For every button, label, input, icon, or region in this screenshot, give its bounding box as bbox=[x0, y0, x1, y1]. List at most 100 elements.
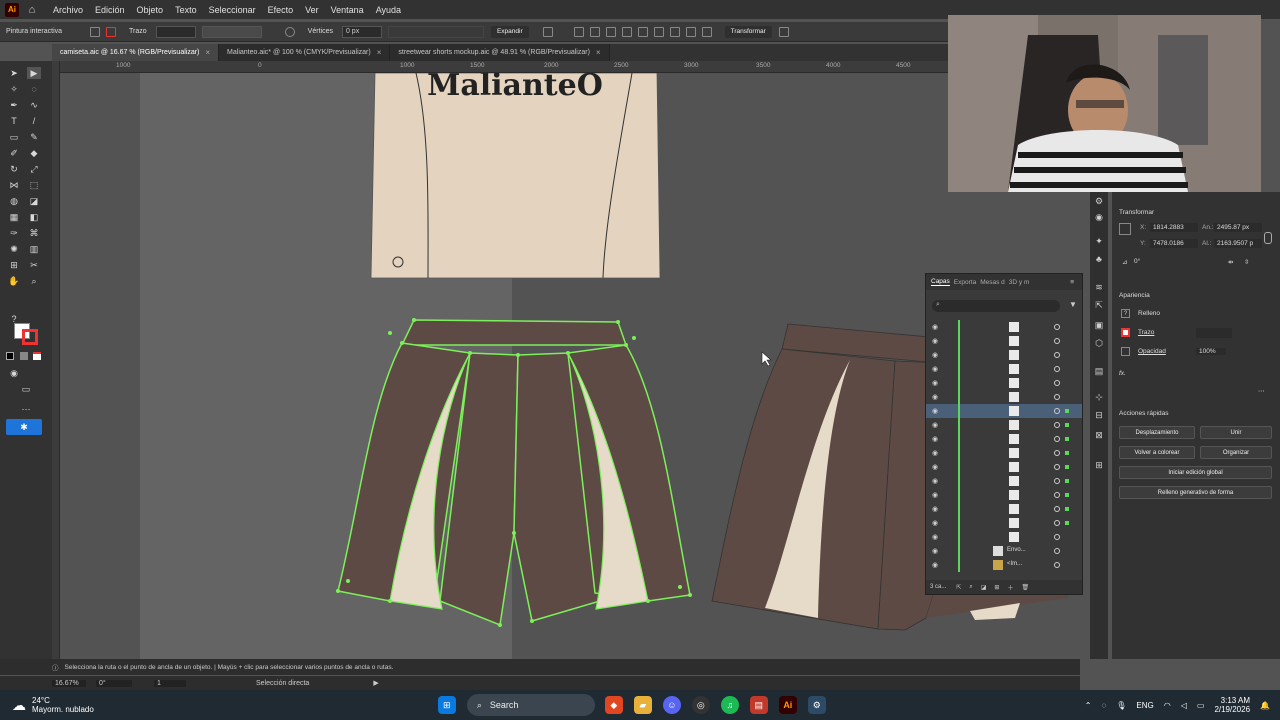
eye-icon[interactable]: ◉ bbox=[932, 407, 938, 415]
rotation-field[interactable]: 0° bbox=[96, 679, 132, 687]
opacity-field[interactable]: 100% bbox=[1196, 348, 1226, 355]
recolor-icon[interactable] bbox=[284, 26, 295, 37]
eye-icon[interactable]: ◉ bbox=[932, 337, 938, 345]
layer-row[interactable]: ◉ bbox=[926, 362, 1082, 376]
layer-row[interactable]: ◉ bbox=[926, 432, 1082, 446]
shape-builder-icon[interactable]: ◍ bbox=[7, 195, 21, 207]
align-panel-icon[interactable]: ⊟ bbox=[1093, 410, 1105, 420]
taskbar-search[interactable]: ⌕ Search bbox=[466, 694, 595, 716]
links-icon[interactable]: ⇱ bbox=[1093, 300, 1105, 310]
network-icon[interactable]: ◌ bbox=[1101, 701, 1106, 710]
selection-indicator[interactable] bbox=[1065, 437, 1069, 441]
illustrator-icon[interactable]: Ai bbox=[778, 696, 797, 714]
spotify-icon[interactable]: ♫ bbox=[720, 696, 739, 714]
y-field[interactable]: 7478.0186 bbox=[1150, 239, 1198, 248]
variable-width-field[interactable] bbox=[201, 25, 262, 38]
comments-icon[interactable]: ▤ bbox=[1093, 366, 1105, 376]
more-tools-icon[interactable]: ⋯ bbox=[19, 403, 33, 415]
pen-tool-icon[interactable]: ✒ bbox=[7, 99, 21, 111]
brave-icon[interactable]: ◆ bbox=[604, 696, 623, 714]
target-icon[interactable] bbox=[1054, 338, 1060, 344]
rectangle-tool-icon[interactable]: ▭ bbox=[7, 131, 21, 143]
line-tool-icon[interactable]: / bbox=[27, 115, 41, 127]
distribute-h-icon[interactable] bbox=[685, 26, 696, 37]
align-left-icon[interactable] bbox=[573, 26, 584, 37]
perspective-grid-icon[interactable]: ▦ bbox=[7, 211, 21, 223]
tab-exporta[interactable]: Exporta bbox=[954, 279, 976, 286]
menu-efecto[interactable]: Efecto bbox=[268, 5, 294, 15]
stroke-label[interactable]: Trazo bbox=[1138, 329, 1154, 336]
zoom-tool-icon[interactable]: ⌕ bbox=[27, 275, 41, 287]
constrain-link-icon[interactable] bbox=[1264, 232, 1272, 244]
draw-mode-icon[interactable]: ◉ bbox=[7, 367, 21, 379]
target-icon[interactable] bbox=[1054, 548, 1060, 554]
transform-icon[interactable]: ⊹ bbox=[1093, 392, 1105, 402]
slice-tool-icon[interactable]: ✂ bbox=[27, 259, 41, 271]
vertices-field[interactable]: 0 px bbox=[341, 25, 382, 38]
opacity-label[interactable]: Opacidad bbox=[1138, 348, 1166, 355]
tab-mesas[interactable]: Mesas d bbox=[980, 279, 1005, 286]
target-icon[interactable] bbox=[1054, 478, 1060, 484]
libraries-icon[interactable]: ◉ bbox=[1093, 212, 1105, 222]
new-sublayer-icon[interactable]: ⊞ bbox=[994, 584, 999, 591]
target-icon[interactable] bbox=[1054, 436, 1060, 442]
eye-icon[interactable]: ◉ bbox=[932, 323, 938, 331]
align-top-icon[interactable] bbox=[621, 26, 632, 37]
tab-capas[interactable]: Capas bbox=[931, 278, 950, 286]
grid-panel-icon[interactable]: ⊞ bbox=[1093, 460, 1105, 470]
more-options-icon[interactable]: ⋯ bbox=[1258, 387, 1265, 395]
new-layer-icon[interactable]: ＋ bbox=[1007, 583, 1013, 592]
wifi-icon[interactable]: ◠ bbox=[1164, 701, 1171, 710]
w-field[interactable]: 2495.87 px bbox=[1214, 223, 1262, 232]
none-mode-icon[interactable] bbox=[33, 352, 41, 360]
clock-date[interactable]: 2/19/2026 bbox=[1214, 705, 1250, 714]
symbol-sprayer-icon[interactable]: ✺ bbox=[7, 243, 21, 255]
align-bottom-icon[interactable] bbox=[653, 26, 664, 37]
eye-icon[interactable]: ◉ bbox=[932, 505, 938, 513]
brushes-icon[interactable]: ✦ bbox=[1093, 236, 1105, 246]
selection-indicator[interactable] bbox=[1065, 451, 1069, 455]
layers-search-input[interactable]: ⌕ bbox=[932, 300, 1060, 312]
menu-archivo[interactable]: Archivo bbox=[53, 5, 83, 15]
selection-indicator[interactable] bbox=[1065, 493, 1069, 497]
target-icon[interactable] bbox=[1054, 562, 1060, 568]
flip-horizontal-icon[interactable]: ⇹ bbox=[1228, 258, 1233, 266]
menu-ayuda[interactable]: Ayuda bbox=[376, 5, 401, 15]
discord-icon[interactable]: ☺ bbox=[662, 696, 681, 714]
shaper-tool-icon[interactable]: ✐ bbox=[7, 147, 21, 159]
target-icon[interactable] bbox=[1054, 380, 1060, 386]
color-mode-icon[interactable] bbox=[6, 352, 14, 360]
recolor-button[interactable]: Volver a colorear bbox=[1119, 446, 1195, 459]
menu-ventana[interactable]: Ventana bbox=[331, 5, 364, 15]
app-icon[interactable]: ▤ bbox=[749, 696, 768, 714]
column-graph-icon[interactable]: ▥ bbox=[27, 243, 41, 255]
3d-icon[interactable]: ⬡ bbox=[1093, 338, 1105, 348]
arrange-button[interactable]: Organizar bbox=[1200, 446, 1272, 459]
language-indicator[interactable]: ENG bbox=[1136, 701, 1153, 710]
target-icon[interactable] bbox=[1054, 506, 1060, 512]
reference-point-icon[interactable] bbox=[1119, 223, 1131, 235]
blend-tool-icon[interactable]: ⌘ bbox=[27, 227, 41, 239]
layers-icon[interactable]: ≋ bbox=[1093, 282, 1105, 292]
layer-row[interactable]: ◉ bbox=[926, 390, 1082, 404]
layer-row[interactable]: ◉ bbox=[926, 516, 1082, 530]
layer-row[interactable]: ◉ bbox=[926, 418, 1082, 432]
distribute-icon[interactable] bbox=[669, 26, 680, 37]
filter-icon[interactable]: ▼ bbox=[1069, 300, 1077, 309]
menu-objeto[interactable]: Objeto bbox=[137, 5, 164, 15]
stroke-weight-field[interactable] bbox=[155, 25, 196, 38]
eye-icon[interactable]: ◉ bbox=[932, 449, 938, 457]
chevron-up-icon[interactable]: ⌃ bbox=[1085, 701, 1092, 710]
magic-wand-icon[interactable]: ✧ bbox=[7, 83, 21, 95]
collect-export-icon[interactable]: ⇱ bbox=[956, 584, 961, 591]
fx-label[interactable]: fx. bbox=[1119, 370, 1126, 377]
target-icon[interactable] bbox=[1054, 324, 1060, 330]
clock-time[interactable]: 3:13 AM bbox=[1221, 696, 1250, 705]
eye-icon[interactable]: ◉ bbox=[932, 463, 938, 471]
layer-row[interactable]: ◉ bbox=[926, 474, 1082, 488]
settings-icon[interactable]: ⚙ bbox=[807, 696, 826, 714]
eye-icon[interactable]: ◉ bbox=[932, 561, 938, 569]
layer-row[interactable]: ◉ Envo... bbox=[926, 544, 1082, 558]
target-icon[interactable] bbox=[1054, 492, 1060, 498]
stroke-swatch-icon[interactable] bbox=[106, 26, 117, 37]
